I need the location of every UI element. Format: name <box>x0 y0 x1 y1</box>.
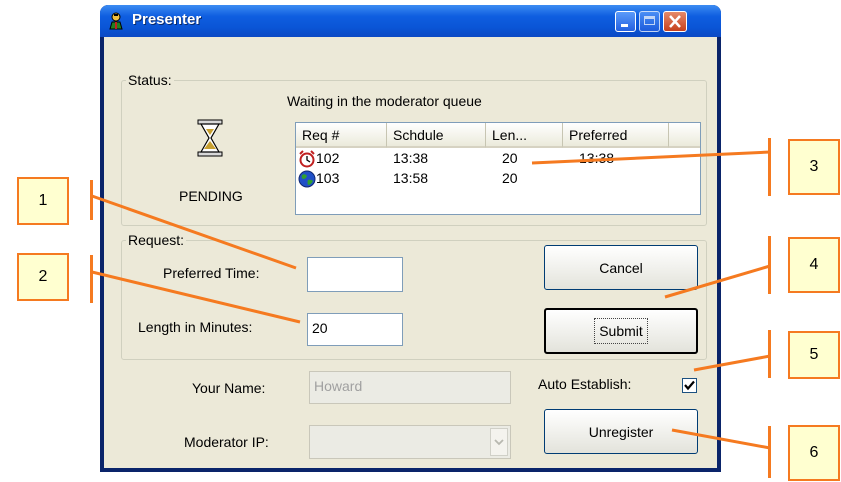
callout-bracket-4 <box>768 236 771 294</box>
callout-lines <box>91 150 771 450</box>
callout-1: 1 <box>17 177 69 225</box>
callout-bracket-6 <box>768 426 771 478</box>
callout-6: 6 <box>788 425 840 481</box>
callout-line-4 <box>664 264 771 299</box>
callout-bracket-1 <box>90 180 93 220</box>
callout-line-1 <box>91 194 297 270</box>
callout-bracket-3 <box>768 138 771 196</box>
callout-5: 5 <box>788 331 840 379</box>
callout-bracket-2 <box>90 255 93 303</box>
callout-line-5 <box>693 354 771 372</box>
callout-line-6 <box>671 428 771 450</box>
callout-bracket-5 <box>768 330 771 378</box>
callout-4: 4 <box>788 237 840 293</box>
callout-3: 3 <box>788 139 840 195</box>
callout-line-3 <box>531 150 771 165</box>
callout-2: 2 <box>17 253 69 301</box>
callout-line-2 <box>91 270 301 324</box>
